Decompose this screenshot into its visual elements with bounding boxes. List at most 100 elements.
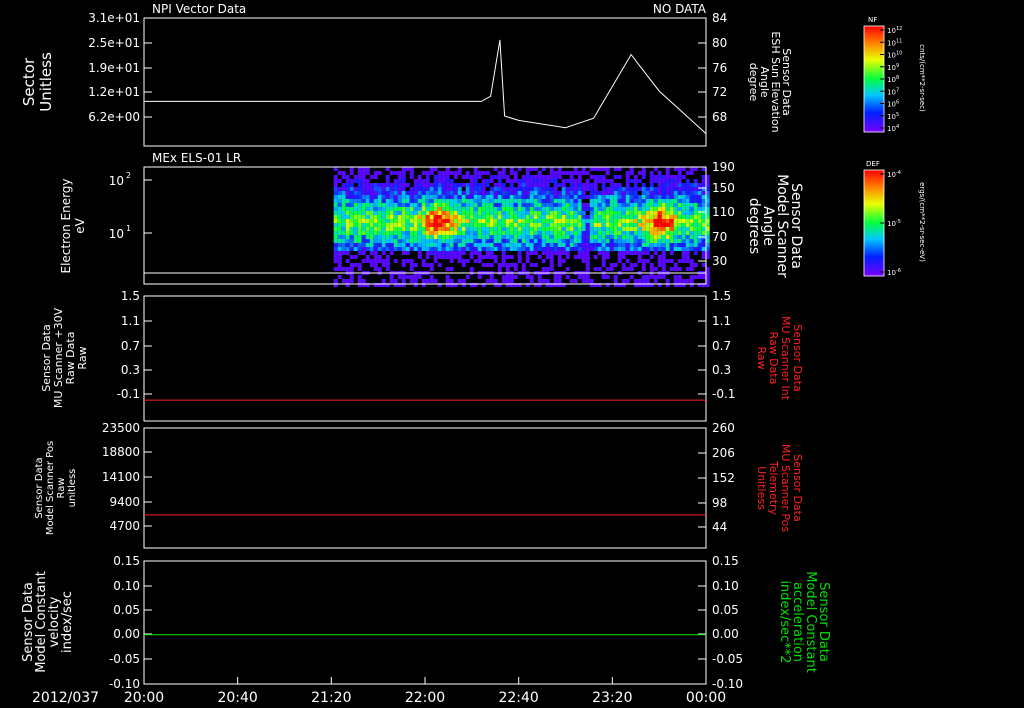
spectrogram-cell [497, 267, 502, 271]
tick-label: 0.10 [712, 579, 739, 593]
spectrogram-cell [569, 219, 574, 223]
spectrogram-cell [685, 219, 690, 223]
spectrogram-cell [521, 247, 526, 251]
spectrogram-cell [533, 211, 538, 215]
spectrogram-cell [573, 223, 578, 227]
spectrogram-cell [373, 191, 378, 195]
spectrogram-cell [553, 235, 558, 239]
spectrogram-cell [533, 247, 538, 251]
spectrogram-cell [629, 219, 634, 223]
spectrogram-cell [501, 235, 506, 239]
spectrogram-cell [425, 227, 430, 231]
spectrogram-cell [601, 247, 606, 251]
spectrogram-cell [357, 167, 362, 171]
spectrogram-cell [593, 247, 598, 251]
spectrogram-cell [561, 183, 566, 187]
spectrogram-cell [549, 219, 554, 223]
spectrogram-cell [581, 275, 586, 279]
svg-text:Electron Energy: Electron Energy [59, 178, 73, 273]
spectrogram-cell [685, 191, 690, 195]
spectrogram-cell [565, 199, 570, 203]
spectrogram-cell [425, 195, 430, 199]
spectrogram-cell [577, 239, 582, 243]
spectrogram-cell [441, 211, 446, 215]
spectrogram-cell [505, 235, 510, 239]
pos-right-label: Sensor Data MU Scanner Pos Telemetry Uni… [755, 444, 804, 533]
spectrogram-cell [381, 195, 386, 199]
spectrogram-cell [421, 199, 426, 203]
spectrogram-cell [681, 211, 686, 215]
spectrogram-cell [641, 211, 646, 215]
spectrogram-cell [353, 203, 358, 207]
spectrogram-cell [417, 203, 422, 207]
spectrogram-cell [349, 275, 354, 279]
spectrogram-cell [685, 255, 690, 259]
spectrogram-cell [353, 207, 358, 211]
spectrogram-cell [373, 267, 378, 271]
spectrogram-cell [397, 247, 402, 251]
spectrogram-cell [389, 171, 394, 175]
spectrogram-cell [381, 199, 386, 203]
spectrogram-cell [465, 199, 470, 203]
spectrogram-cell [477, 171, 482, 175]
spectrogram-cell [385, 211, 390, 215]
spectrogram-cell [429, 191, 434, 195]
spectrogram-cell [521, 227, 526, 231]
tick-label: 84 [712, 11, 727, 25]
spectrogram-cell [525, 251, 530, 255]
spectrogram-cell [405, 183, 410, 187]
spectrogram-cell [489, 199, 494, 203]
spectrogram-cell [661, 247, 666, 251]
spectrogram-cell [525, 243, 530, 247]
spectrogram-cell [489, 191, 494, 195]
spectrogram-cell [417, 195, 422, 199]
spectrogram-cell [409, 175, 414, 179]
spectrogram-cell [669, 243, 674, 247]
spectrogram-cell [365, 207, 370, 211]
spectrogram-cell [405, 207, 410, 211]
spectrogram-cell [581, 191, 586, 195]
spectrogram-cell [589, 247, 594, 251]
spectrogram-cell [445, 231, 450, 235]
spectrogram-cell [441, 195, 446, 199]
spectrogram-cell [393, 171, 398, 175]
spectrogram-cell [337, 255, 342, 259]
spectrogram-cell [389, 199, 394, 203]
spectrogram-cell [513, 175, 518, 179]
spectrogram-cell [413, 275, 418, 279]
spectrogram-cell [357, 279, 362, 283]
spectrogram-cell [397, 235, 402, 239]
spectrogram-cell [617, 175, 622, 179]
spectrogram-cell [425, 199, 430, 203]
spectrogram-cell [345, 183, 350, 187]
spectrogram-cell [385, 199, 390, 203]
spectrogram-cell [685, 183, 690, 187]
spectrogram-cell [485, 243, 490, 247]
spectrogram-cell [645, 235, 650, 239]
spectrogram-cell [609, 239, 614, 243]
spectrogram-cell [485, 235, 490, 239]
spectrogram-cell [669, 175, 674, 179]
spectrogram-cell [597, 203, 602, 207]
spectrogram-cell [525, 191, 530, 195]
spectrogram-cell [649, 243, 654, 247]
spectrogram-cell [625, 195, 630, 199]
spectrogram-cell [649, 207, 654, 211]
spectrogram-cell [525, 195, 530, 199]
spectrogram-cell [417, 231, 422, 235]
spectrogram-cell [469, 227, 474, 231]
spectrogram-cell [657, 203, 662, 207]
spectrogram-cell [641, 259, 646, 263]
spectrogram-cell [461, 243, 466, 247]
spectrogram-cell [473, 211, 478, 215]
spectrogram-cell [669, 207, 674, 211]
spectrogram-cell [673, 175, 678, 179]
spectrogram-cell [553, 199, 558, 203]
spectrogram-cell [381, 219, 386, 223]
spectrogram-cell [493, 167, 498, 171]
spectrogram-cell [653, 275, 658, 279]
spectrogram-cell [673, 187, 678, 191]
spectrogram-cell [593, 219, 598, 223]
spectrogram-cell [625, 187, 630, 191]
spectrogram-cell [581, 187, 586, 191]
